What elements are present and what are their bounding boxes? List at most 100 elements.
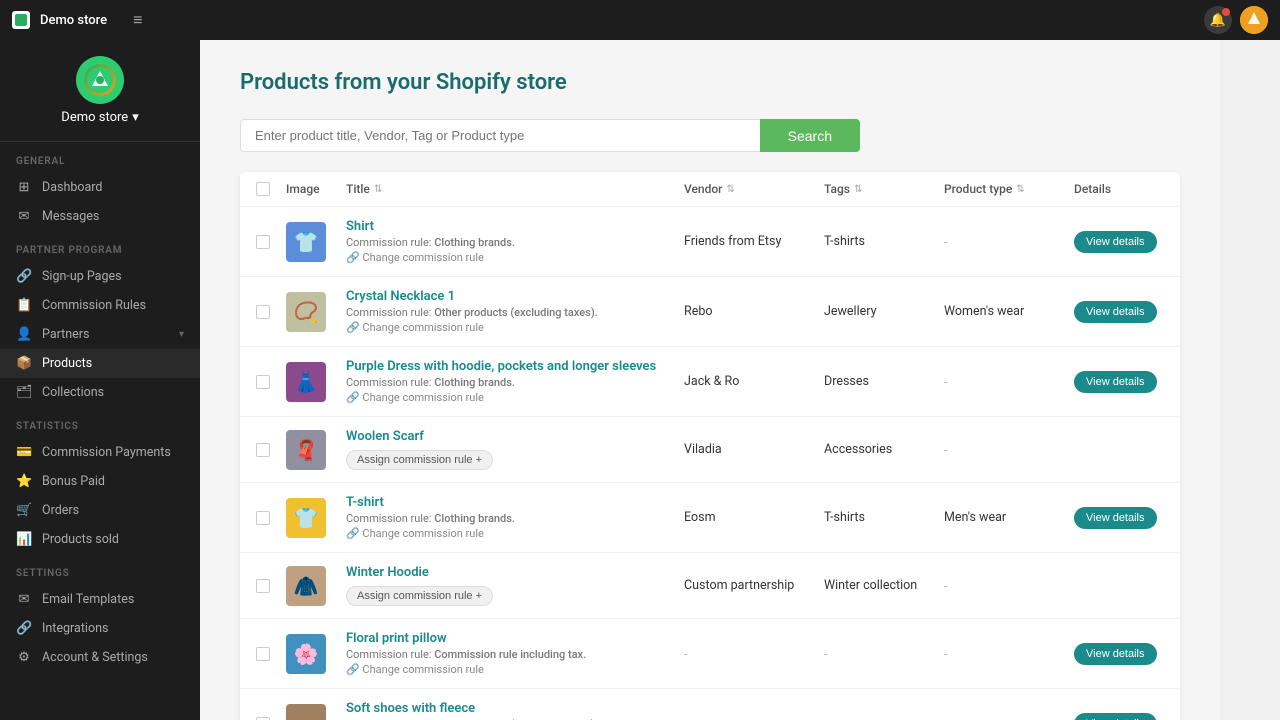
top-bar-right: 🔔 (1204, 6, 1268, 34)
product-type-7: - (944, 647, 1074, 661)
product-type-3: - (944, 375, 1074, 389)
product-type-8: - (944, 717, 1074, 720)
product-type-1: - (944, 235, 1074, 249)
header-checkbox (256, 182, 286, 196)
user-avatar[interactable] (1240, 6, 1268, 34)
integrations-icon: 🔗 (16, 621, 32, 636)
tags-5: T-shirts (824, 510, 944, 525)
product-rule-3: Commission rule: Clothing brands. (346, 376, 684, 389)
tags-6: Winter collection (824, 578, 944, 593)
product-title-6[interactable]: Winter Hoodie (346, 565, 684, 580)
product-rule-5: Commission rule: Clothing brands. (346, 512, 684, 525)
table-row: 📿 Crystal Necklace 1 Commission rule: Ot… (240, 277, 1180, 347)
sidebar-item-integrations[interactable]: 🔗 Integrations (0, 614, 200, 643)
search-button[interactable]: Search (760, 119, 860, 152)
change-commission-rule-3[interactable]: 🔗 Change commission rule (346, 391, 684, 404)
product-image-6: 🧥 (286, 566, 326, 606)
section-label-statistics: STATISTICS (0, 407, 200, 438)
brand-name[interactable]: Demo store ▾ (61, 110, 138, 125)
change-commission-rule-2[interactable]: 🔗 Change commission rule (346, 321, 684, 334)
product-title-3[interactable]: Purple Dress with hoodie, pockets and lo… (346, 359, 684, 374)
header-vendor: Vendor ⇅ (684, 182, 824, 196)
sidebar-item-account-settings[interactable]: ⚙ Account & Settings (0, 643, 200, 672)
sidebar-item-products[interactable]: 📦 Products (0, 349, 200, 378)
header-tags: Tags ⇅ (824, 182, 944, 196)
vendor-3: Jack & Ro (684, 374, 824, 389)
view-details-btn-8[interactable]: View details (1074, 713, 1157, 720)
change-commission-rule-7[interactable]: 🔗 Change commission rule (346, 663, 684, 676)
store-title: Demo store (40, 13, 107, 28)
product-image-8: 👟 (286, 704, 326, 720)
product-title-8[interactable]: Soft shoes with fleece (346, 701, 684, 716)
tags-sort-icon[interactable]: ⇅ (854, 184, 862, 195)
notification-icon[interactable]: 🔔 (1204, 6, 1232, 34)
view-details-btn-5[interactable]: View details (1074, 507, 1157, 529)
vendor-5: Eosm (684, 510, 824, 525)
sidebar-item-collections[interactable]: 🗂 Collections (0, 378, 200, 407)
table-header: Image Title ⇅ Vendor ⇅ Tags ⇅ Product ty… (240, 172, 1180, 207)
sidebar-item-orders[interactable]: 🛒 Orders (0, 496, 200, 525)
view-details-btn-1[interactable]: View details (1074, 231, 1157, 253)
product-title-1[interactable]: Shirt (346, 219, 684, 234)
select-all-checkbox[interactable] (256, 182, 270, 196)
change-commission-rule-5[interactable]: 🔗 Change commission rule (346, 527, 684, 540)
view-details-btn-7[interactable]: View details (1074, 643, 1157, 665)
product-title-4[interactable]: Woolen Scarf (346, 429, 684, 444)
orders-icon: 🛒 (16, 503, 32, 518)
row-checkbox-6[interactable] (256, 579, 270, 593)
vendor-sort-icon[interactable]: ⇅ (726, 184, 734, 195)
search-bar: Search (240, 119, 860, 152)
assign-rule-btn-6[interactable]: Assign commission rule + (346, 586, 493, 606)
header-details: Details (1074, 182, 1164, 196)
sidebar-section-settings: SETTINGS ✉ Email Templates 🔗 Integration… (0, 554, 200, 672)
sidebar-item-email-templates[interactable]: ✉ Email Templates (0, 585, 200, 614)
tags-7: - (824, 647, 944, 661)
product-type-4: - (944, 443, 1074, 457)
row-checkbox-2[interactable] (256, 305, 270, 319)
vendor-2: Rebo (684, 304, 824, 319)
product-info-6: Winter Hoodie Assign commission rule + (346, 565, 684, 606)
sidebar-item-commission-payments[interactable]: 💳 Commission Payments (0, 438, 200, 467)
product-title-2[interactable]: Crystal Necklace 1 (346, 289, 684, 304)
product-title-5[interactable]: T-shirt (346, 495, 684, 510)
products-icon: 📦 (16, 356, 32, 371)
product-type-sort-icon[interactable]: ⇅ (1016, 184, 1024, 195)
email-icon: ✉ (16, 592, 32, 607)
header-image: Image (286, 182, 346, 196)
hamburger-icon[interactable]: ≡ (133, 10, 142, 30)
table-row: 👗 Purple Dress with hoodie, pockets and … (240, 347, 1180, 417)
payments-icon: 💳 (16, 445, 32, 460)
tags-1: T-shirts (824, 234, 944, 249)
assign-rule-btn-4[interactable]: Assign commission rule + (346, 450, 493, 470)
view-details-btn-3[interactable]: View details (1074, 371, 1157, 393)
tags-4: Accessories (824, 442, 944, 457)
sidebar-item-partners[interactable]: 👤 Partners ▾ (0, 320, 200, 349)
sidebar-item-messages[interactable]: ✉ Messages (0, 202, 200, 231)
row-checkbox-7[interactable] (256, 647, 270, 661)
title-sort-icon[interactable]: ⇅ (374, 184, 382, 195)
table-row: 🧥 Winter Hoodie Assign commission rule +… (240, 553, 1180, 619)
change-commission-rule-1[interactable]: 🔗 Change commission rule (346, 251, 684, 264)
product-rule-1: Commission rule: Clothing brands. (346, 236, 684, 249)
sidebar-item-signup-pages[interactable]: 🔗 Sign-up Pages (0, 262, 200, 291)
product-title-7[interactable]: Floral print pillow (346, 631, 684, 646)
header-title: Title ⇅ (346, 182, 684, 196)
top-bar: Demo store ≡ 🔔 (0, 0, 1280, 40)
vendor-7: - (684, 647, 824, 661)
section-label-general: GENERAL (0, 142, 200, 173)
vendor-6: Custom partnership (684, 578, 824, 593)
sidebar-item-commission-rules[interactable]: 📋 Commission Rules (0, 291, 200, 320)
sidebar-item-bonus-paid[interactable]: ⭐ Bonus Paid (0, 467, 200, 496)
row-checkbox-3[interactable] (256, 375, 270, 389)
sidebar-item-products-sold[interactable]: 📊 Products sold (0, 525, 200, 554)
row-checkbox-1[interactable] (256, 235, 270, 249)
row-checkbox-5[interactable] (256, 511, 270, 525)
signup-icon: 🔗 (16, 269, 32, 284)
sidebar-item-dashboard[interactable]: ⊞ Dashboard (0, 173, 200, 202)
product-image-7: 🌸 (286, 634, 326, 674)
row-checkbox-4[interactable] (256, 443, 270, 457)
row-checkbox-8[interactable] (256, 717, 270, 720)
search-input[interactable] (240, 119, 760, 152)
view-details-btn-2[interactable]: View details (1074, 301, 1157, 323)
product-image-3: 👗 (286, 362, 326, 402)
